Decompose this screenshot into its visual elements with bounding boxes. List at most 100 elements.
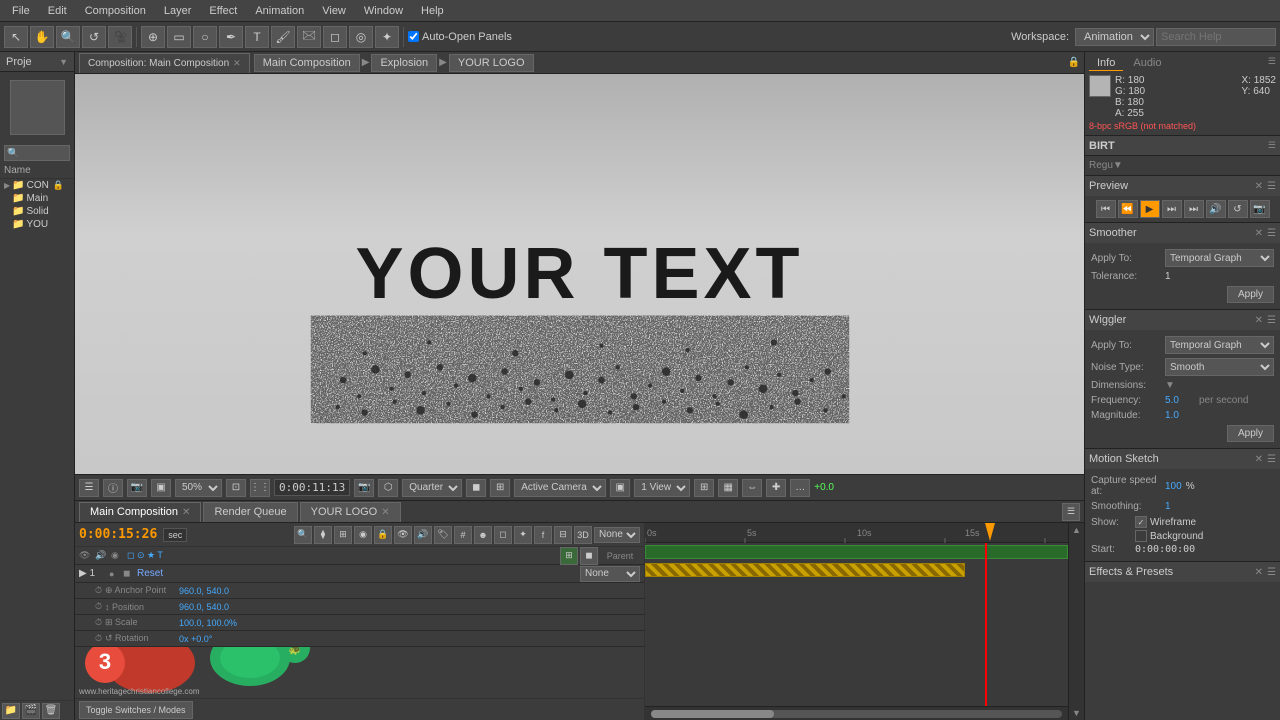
tl-qual-btn[interactable]: ✦ bbox=[514, 526, 532, 544]
vc-render-btn[interactable]: ▣ bbox=[151, 479, 171, 497]
tl-add-marker[interactable]: ⧫ bbox=[314, 526, 332, 544]
menu-effect[interactable]: Effect bbox=[201, 3, 245, 19]
tl-tab-yourlogo-close[interactable]: ✕ bbox=[381, 507, 389, 518]
vc-render2-btn[interactable]: ▦ bbox=[718, 479, 738, 497]
tool-zoom[interactable]: 🔍 bbox=[56, 26, 80, 48]
delete-item-btn[interactable]: 🗑 bbox=[42, 703, 60, 719]
wiggler-menu[interactable]: ☰ bbox=[1267, 315, 1276, 326]
comp-tab-main[interactable]: Composition: Main Composition ✕ bbox=[79, 53, 250, 73]
prev-play-btn[interactable]: ▶ bbox=[1140, 200, 1160, 218]
prev-loop-btn[interactable]: ↺ bbox=[1228, 200, 1248, 218]
vc-3d-btn[interactable]: ▣ bbox=[610, 479, 630, 497]
tl-scroll-down[interactable]: ▼ bbox=[1069, 706, 1084, 720]
tl-num-btn[interactable]: # bbox=[454, 526, 472, 544]
tool-eraser[interactable]: ◻ bbox=[323, 26, 347, 48]
breadcrumb-explosion[interactable]: Explosion bbox=[371, 54, 437, 72]
vc-toggle-btn[interactable]: ⇔ bbox=[742, 479, 762, 497]
project-item-main[interactable]: 📁 Main bbox=[0, 192, 74, 205]
wiggler-apply-btn[interactable]: Apply bbox=[1227, 425, 1274, 442]
tool-select[interactable]: ↖ bbox=[4, 26, 28, 48]
zoom-select[interactable]: 50% bbox=[175, 479, 222, 497]
view-select[interactable]: 1 View bbox=[634, 479, 690, 497]
new-folder-btn[interactable]: 📁 bbox=[2, 703, 20, 719]
preview-menu[interactable]: ☰ bbox=[1267, 181, 1276, 192]
project-item-you[interactable]: 📁 YOU bbox=[0, 218, 74, 231]
tl-scrollbar[interactable] bbox=[645, 706, 1068, 720]
prev-first-btn[interactable]: ⏮ bbox=[1096, 200, 1116, 218]
prev-rewind-btn[interactable]: ⏪ bbox=[1118, 200, 1138, 218]
toggle-switches-btn[interactable]: Toggle Switches / Modes bbox=[79, 701, 193, 719]
info-menu[interactable]: ☰ bbox=[1268, 56, 1276, 71]
menu-composition[interactable]: Composition bbox=[77, 3, 154, 19]
tool-puppet[interactable]: ✦ bbox=[375, 26, 399, 48]
tl-layer-row-1[interactable]: 👁 🔊 ◉ ◻ ⊙ ★ T ⊞ ◼ Parent bbox=[75, 547, 644, 565]
vc-grid-btn[interactable]: ⋮⋮ bbox=[250, 479, 270, 497]
tl-scroll-thumb[interactable] bbox=[651, 710, 774, 718]
tool-mask-rect[interactable]: ▭ bbox=[167, 26, 191, 48]
tl-cont-btn[interactable]: ◻ bbox=[494, 526, 512, 544]
tl-tab-main[interactable]: Main Composition ✕ bbox=[79, 502, 201, 522]
vc-menu-btn[interactable]: ☰ bbox=[79, 479, 99, 497]
tool-clone[interactable]: 🖂 bbox=[297, 26, 321, 48]
layer-mode-1[interactable]: ◼ bbox=[580, 547, 598, 565]
search-help-input[interactable] bbox=[1156, 28, 1276, 46]
camera-select[interactable]: Active Camera bbox=[514, 479, 606, 497]
comp-tab-close[interactable]: ✕ bbox=[233, 58, 241, 69]
menu-animation[interactable]: Animation bbox=[247, 3, 312, 19]
prev-snap-btn[interactable]: 📷 bbox=[1250, 200, 1270, 218]
tl-frame-btn[interactable]: ⊟ bbox=[554, 526, 572, 544]
bday-menu[interactable]: ☰ bbox=[1268, 140, 1276, 151]
tl-eff-btn[interactable]: f bbox=[534, 526, 552, 544]
prev-last-btn[interactable]: ⏭ bbox=[1184, 200, 1204, 218]
project-item-con[interactable]: ▶ 📁 CON 🔒 bbox=[0, 179, 74, 192]
tl-solo-btn[interactable]: ◉ bbox=[354, 526, 372, 544]
tl-3d-btn[interactable]: 3D bbox=[574, 526, 592, 544]
vc-stereo-btn[interactable]: ⊞ bbox=[490, 479, 510, 497]
vc-fit-btn[interactable]: ⊡ bbox=[226, 479, 246, 497]
tl-shy-btn[interactable]: ☻ bbox=[474, 526, 492, 544]
tool-paint[interactable]: 🖌 bbox=[271, 26, 295, 48]
tool-mask-ellipse[interactable]: ○ bbox=[193, 26, 217, 48]
preview-close[interactable]: ✕ bbox=[1255, 181, 1263, 192]
tl-comp-btn[interactable]: ⊞ bbox=[334, 526, 352, 544]
menu-edit[interactable]: Edit bbox=[40, 3, 75, 19]
info-tab[interactable]: Info bbox=[1089, 56, 1123, 71]
tl-lock-btn[interactable]: 🔒 bbox=[374, 526, 392, 544]
project-search-input[interactable] bbox=[4, 145, 70, 161]
motion-menu[interactable]: ☰ bbox=[1267, 454, 1276, 465]
tool-pen[interactable]: ✒ bbox=[219, 26, 243, 48]
vc-guide-btn[interactable]: ✚ bbox=[766, 479, 786, 497]
smoother-close[interactable]: ✕ bbox=[1255, 228, 1263, 239]
effects-menu[interactable]: ☰ bbox=[1267, 567, 1276, 578]
menu-layer[interactable]: Layer bbox=[156, 3, 200, 19]
audio-tab[interactable]: Audio bbox=[1125, 56, 1169, 71]
vc-snap2-btn[interactable]: ⬡ bbox=[378, 479, 398, 497]
vc-ovfl-btn[interactable]: … bbox=[790, 479, 810, 497]
wiggler-close[interactable]: ✕ bbox=[1255, 315, 1263, 326]
tl-tab-main-close[interactable]: ✕ bbox=[182, 507, 190, 518]
parent-select[interactable]: None bbox=[594, 527, 640, 543]
prev-audio-btn[interactable]: 🔊 bbox=[1206, 200, 1226, 218]
tool-hand[interactable]: ✋ bbox=[30, 26, 54, 48]
wiggler-apply-select[interactable]: Temporal Graph bbox=[1165, 336, 1274, 354]
menu-help[interactable]: Help bbox=[413, 3, 452, 19]
tool-anchor[interactable]: ⊕ bbox=[141, 26, 165, 48]
tl-opt-btn[interactable]: ☰ bbox=[1062, 503, 1080, 521]
tl-tab-yourlogo[interactable]: YOUR LOGO ✕ bbox=[300, 502, 401, 522]
vc-info-btn[interactable]: ⓘ bbox=[103, 479, 123, 497]
smoother-apply-select[interactable]: Temporal Graph bbox=[1165, 249, 1274, 267]
tool-text[interactable]: T bbox=[245, 26, 269, 48]
workspace-select[interactable]: Animation bbox=[1075, 28, 1154, 46]
vc-snap-btn[interactable]: 📷 bbox=[127, 479, 147, 497]
tool-cam[interactable]: 🎥 bbox=[108, 26, 132, 48]
tl-label-btn[interactable]: 🏷 bbox=[434, 526, 452, 544]
breadcrumb-main-comp[interactable]: Main Composition bbox=[254, 54, 360, 72]
vc-camera-btn[interactable]: 📷 bbox=[354, 479, 374, 497]
vc-views-btn[interactable]: ⊞ bbox=[694, 479, 714, 497]
tl-vis-btn[interactable]: 👁 bbox=[394, 526, 412, 544]
menu-file[interactable]: File bbox=[4, 3, 38, 19]
prev-pause-btn[interactable]: ⏭ bbox=[1162, 200, 1182, 218]
smoother-menu[interactable]: ☰ bbox=[1267, 228, 1276, 239]
breadcrumb-yourlogo[interactable]: YOUR LOGO bbox=[449, 54, 534, 72]
menu-view[interactable]: View bbox=[314, 3, 354, 19]
